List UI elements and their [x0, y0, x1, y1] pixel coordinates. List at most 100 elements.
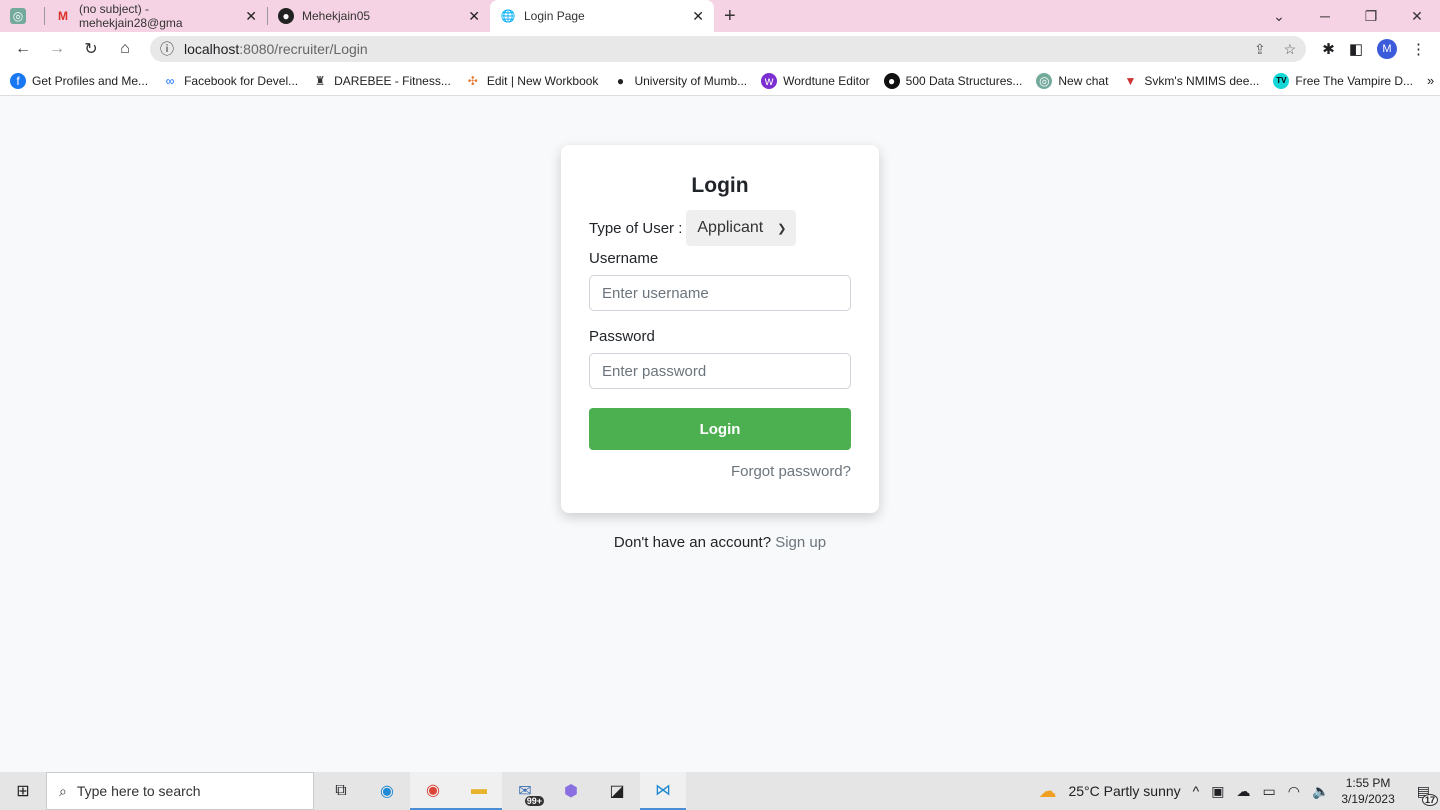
bookmark-label: DAREBEE - Fitness...	[334, 73, 451, 88]
sticky-notes-icon[interactable]: ◪	[594, 772, 640, 810]
page-title: Login	[691, 174, 749, 197]
meta-icon: ∞	[165, 73, 175, 88]
bookmark-label: University of Mumb...	[634, 73, 748, 88]
more-bookmarks-button[interactable]: »	[1427, 73, 1434, 88]
username-placeholder: Enter username	[602, 284, 709, 302]
url-path: :8080/recruiter/Login	[239, 41, 368, 57]
weather-text[interactable]: 25°C Partly sunny	[1068, 783, 1180, 799]
darebee-icon: ♜	[314, 73, 326, 88]
new-tab-button[interactable]: +	[714, 0, 746, 32]
minimize-icon[interactable]: ─	[1302, 8, 1348, 24]
bookmark[interactable]: ♜ DAREBEE - Fitness...	[312, 73, 451, 89]
tv-icon: TV	[1273, 72, 1290, 89]
taskbar: ⊞ ⌕ Type here to search ⧉ ◉ ◉ ▬ ✉ 99+ ⬢ ◪ …	[0, 772, 1440, 810]
extensions-icon[interactable]: ✱	[1322, 40, 1335, 58]
bookmark-label: 500 Data Structures...	[905, 73, 1023, 88]
back-icon[interactable]: ←	[8, 40, 38, 58]
bookmark[interactable]: TV Free The Vampire D...	[1273, 72, 1413, 89]
bookmark[interactable]: f Get Profiles and Me...	[10, 72, 149, 89]
volume-icon[interactable]: 🔈	[1312, 783, 1329, 800]
tab-bar: ◎ M (no subject) - mehekjain28@gma ✕ ● Mehe…	[0, 0, 1440, 32]
windows-start-icon[interactable]: ⊞	[0, 781, 46, 801]
copilot-icon[interactable]: ⬢	[548, 772, 594, 810]
tab-title: Mehekjain05	[302, 9, 371, 23]
chatgpt-icon: ◎	[10, 8, 26, 24]
facebook-icon: f	[10, 72, 26, 89]
bookmark[interactable]: ∞ Facebook for Devel...	[162, 73, 298, 89]
tab-title: Login Page	[524, 9, 585, 23]
password-placeholder: Enter password	[602, 362, 707, 380]
tab-login-page[interactable]: 🌐 Login Page ✕	[490, 0, 714, 32]
bookmark-label: New chat	[1058, 73, 1109, 88]
menu-icon[interactable]: ⋮	[1411, 40, 1426, 58]
user-type-value: Applicant	[697, 219, 764, 236]
nmims-icon: ▼	[1124, 73, 1137, 88]
bookmark[interactable]: w Wordtune Editor	[761, 72, 870, 89]
weather-icon: ☁	[1038, 780, 1057, 801]
url-host: localhost	[184, 41, 240, 57]
login-button[interactable]: Login	[589, 408, 851, 450]
bookmark[interactable]: ● University of Mumb...	[612, 73, 747, 89]
search-icon: ⌕	[59, 782, 67, 799]
star-icon[interactable]: ☆	[1284, 41, 1297, 58]
vscode-icon[interactable]: ⋈	[640, 772, 686, 810]
globe-icon: ●	[616, 73, 625, 88]
avatar[interactable]: M	[1377, 39, 1397, 59]
bookmark-label: Get Profiles and Me...	[32, 73, 149, 88]
no-account-text: Don't have an account?	[613, 534, 772, 551]
bookmark[interactable]: ◎ New chat	[1036, 72, 1109, 89]
onedrive-icon[interactable]: ☁	[1236, 783, 1250, 800]
close-tab-icon[interactable]: ✕	[468, 8, 480, 25]
close-tab-icon[interactable]: ✕	[245, 8, 257, 25]
address-bar[interactable]: ⓘ localhost:8080/recruiter/Login ⇪ ☆	[150, 36, 1307, 62]
bookmark-label: Wordtune Editor	[783, 73, 870, 88]
edge-icon[interactable]: ◉	[364, 772, 410, 810]
chevron-up-icon[interactable]: ^	[1193, 783, 1200, 799]
date: 3/19/2023	[1341, 792, 1395, 806]
file-explorer-icon[interactable]: ▬	[456, 772, 502, 810]
chrome-icon[interactable]: ◉	[410, 772, 456, 810]
close-tab-icon[interactable]: ✕	[692, 8, 704, 25]
chevron-down-icon: ❯	[777, 222, 787, 235]
reload-icon[interactable]: ↻	[76, 39, 106, 59]
info-icon[interactable]: ⓘ	[160, 39, 174, 59]
wordtune-icon: w	[761, 72, 778, 89]
notifications-icon[interactable]: ▤ 17	[1417, 783, 1438, 806]
bookmark[interactable]: ▼ Svkm's NMIMS dee...	[1122, 73, 1259, 89]
signup-link[interactable]: Sign up	[775, 534, 826, 551]
forgot-password-link[interactable]: Forgot password?	[589, 463, 851, 480]
task-view-icon[interactable]: ⧉	[318, 772, 364, 810]
username-label: Username	[589, 250, 659, 267]
tab-chatgpt[interactable]: ◎	[0, 0, 44, 32]
battery-icon[interactable]: ▭	[1262, 783, 1275, 800]
taskbar-search[interactable]: ⌕ Type here to search	[46, 772, 314, 810]
clock[interactable]: 1:55 PM 3/19/2023	[1341, 775, 1394, 807]
forward-icon[interactable]: →	[42, 40, 72, 58]
user-type-label: Type of User :	[589, 219, 683, 237]
home-icon[interactable]: ⌂	[110, 40, 140, 58]
window-controls: ⌄ ─ ❐ ✕	[1256, 0, 1440, 32]
user-type-select[interactable]: Applicant ❯	[686, 210, 797, 246]
restore-icon[interactable]: ❐	[1348, 8, 1394, 25]
mail-badge: 99+	[524, 796, 544, 806]
search-placeholder: Type here to search	[76, 783, 201, 799]
password-input[interactable]: Enter password	[589, 353, 851, 389]
wifi-icon[interactable]: ◠	[1288, 783, 1300, 800]
bookmark-label: Svkm's NMIMS dee...	[1144, 73, 1260, 88]
bookmark[interactable]: ✣ Edit | New Workbook	[465, 73, 599, 89]
side-panel-icon[interactable]: ◧	[1349, 40, 1363, 58]
share-icon[interactable]: ⇪	[1254, 41, 1266, 58]
meet-icon[interactable]: ▣	[1211, 783, 1224, 800]
bookmark[interactable]: ● 500 Data Structures...	[883, 72, 1023, 89]
chatgpt-icon: ◎	[1036, 72, 1053, 89]
close-window-icon[interactable]: ✕	[1394, 8, 1440, 25]
tab-gmail[interactable]: M (no subject) - mehekjain28@gma ✕	[45, 0, 267, 32]
browser-toolbar: ← → ↻ ⌂ ⓘ localhost:8080/recruiter/Login…	[0, 32, 1440, 66]
time: 1:55 PM	[1345, 776, 1391, 790]
tab-search-icon[interactable]: ⌄	[1256, 8, 1302, 25]
mail-icon[interactable]: ✉ 99+	[502, 772, 548, 810]
tab-github[interactable]: ● Mehekjain05 ✕	[268, 0, 490, 32]
username-input[interactable]: Enter username	[589, 275, 851, 311]
tab-title: (no subject) - mehekjain28@gma	[79, 2, 183, 30]
github-icon: ●	[278, 8, 294, 24]
